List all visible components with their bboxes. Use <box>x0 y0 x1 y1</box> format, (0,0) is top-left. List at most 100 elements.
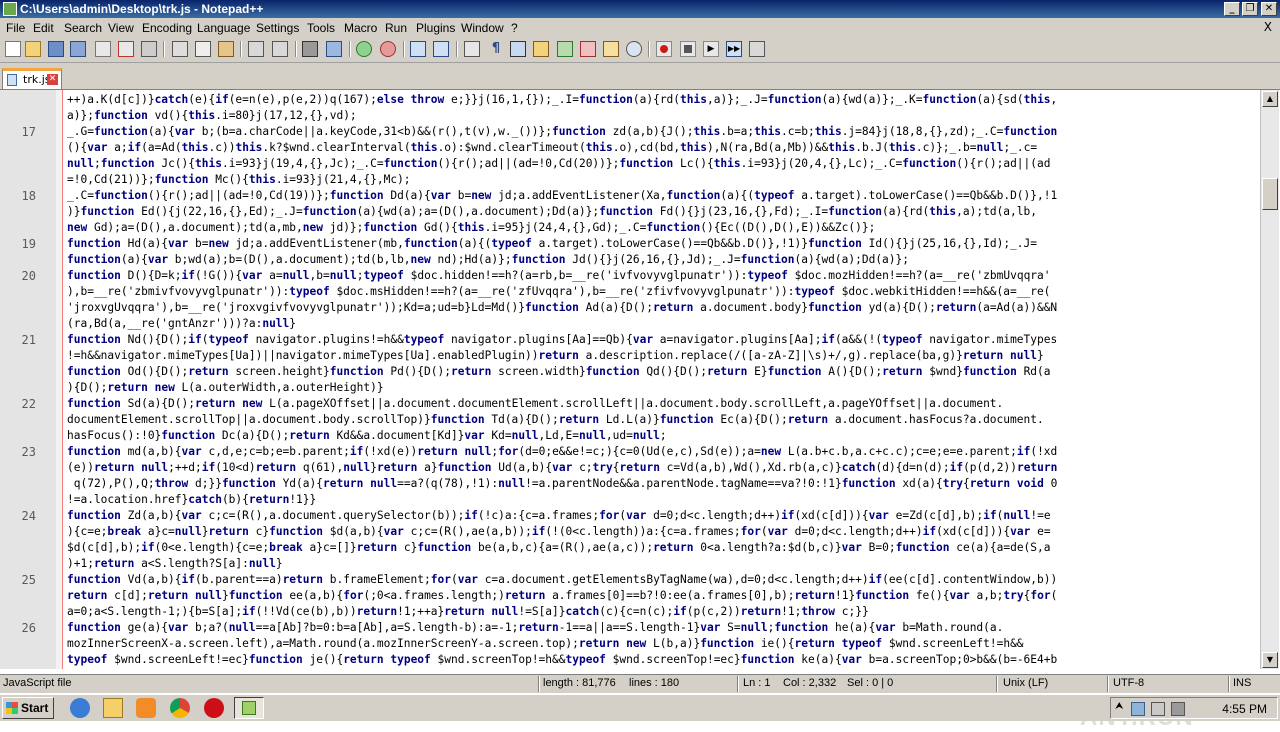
code-line[interactable]: (ra,Bd(a,__re('gntAnzr')))?a:null} <box>0 316 1260 332</box>
code-line[interactable]: 26 function ge(a){var b;a?(null==a[Ab]?b=… <box>0 620 1260 636</box>
menu-plugins[interactable]: Plugins <box>416 21 455 35</box>
code-line[interactable]: 17 _.G=function(a){var b;(b=a.charCode||a… <box>0 124 1260 140</box>
zoom-out-icon[interactable] <box>380 41 396 57</box>
code-line[interactable]: documentElement.scrollTop||a.document.bo… <box>0 412 1260 428</box>
media-player-icon[interactable] <box>136 698 156 718</box>
indent-guide-icon[interactable] <box>510 41 526 57</box>
code-line[interactable]: ){c=e;break a}c=null}return c}function $… <box>0 524 1260 540</box>
play-macro-icon[interactable]: ▶ <box>703 41 719 57</box>
code-line[interactable]: mozInnerScreenX-a.screen.left),a=Math.ro… <box>0 636 1260 652</box>
redo-icon[interactable] <box>272 41 288 57</box>
code-line[interactable]: 18 _.C=function(){r();ad||(ad=!0,Cd(19))}… <box>0 188 1260 204</box>
menu-search[interactable]: Search <box>64 21 102 35</box>
menu-view[interactable]: View <box>108 21 134 35</box>
menu-macro[interactable]: Macro <box>344 21 377 35</box>
code-line[interactable]: !=a.location.href}catch(b){return!1}} <box>0 492 1260 508</box>
tab-close-icon[interactable]: ✕ <box>47 74 58 85</box>
close-icon[interactable] <box>95 41 111 57</box>
sync-v-icon[interactable] <box>410 41 426 57</box>
paste-icon[interactable] <box>218 41 234 57</box>
replace-icon[interactable] <box>326 41 342 57</box>
code-line[interactable]: ){D();return new L(a.outerWidth,a.outerH… <box>0 380 1260 396</box>
code-line[interactable]: 'jroxvgUvqqra'),b=__re('jroxvgivfvovyvgl… <box>0 300 1260 316</box>
code-line[interactable]: q(72),P(),Q;throw d;}}function Yd(a){ret… <box>0 476 1260 492</box>
code-line[interactable]: 25 function Vd(a,b){if(b.parent==a)return… <box>0 572 1260 588</box>
close-document-button[interactable]: X <box>1264 20 1272 34</box>
monitor-icon[interactable] <box>626 41 642 57</box>
explorer-icon[interactable] <box>103 698 123 718</box>
flag-icon[interactable] <box>1151 702 1165 716</box>
save-icon[interactable] <box>48 41 64 57</box>
volume-icon[interactable] <box>1171 702 1185 716</box>
code-line[interactable]: 22 function Sd(a){D();return new L(a.page… <box>0 396 1260 412</box>
menu-file[interactable]: File <box>6 21 25 35</box>
ie-icon[interactable] <box>70 698 90 718</box>
code-line[interactable]: =!0,Cd(21))};function Mc(){this.i=93}j(2… <box>0 172 1260 188</box>
network-icon[interactable] <box>1131 702 1145 716</box>
code-line[interactable]: 20 function D(){D=k;if(!G()){var a=null,b… <box>0 268 1260 284</box>
opera-icon[interactable] <box>204 698 224 718</box>
run-macro-multiple-icon[interactable]: ▶▶ <box>726 41 742 57</box>
udl-icon[interactable] <box>533 41 549 57</box>
save-all-icon[interactable] <box>70 41 86 57</box>
scroll-up-button[interactable]: ▲ <box>1262 91 1278 107</box>
editor[interactable]: ++)a.K(d[c])}catch(e){if(e=n(e),p(e,2))q… <box>0 89 1280 731</box>
close-all-icon[interactable] <box>118 41 134 57</box>
code-line[interactable]: 23 function md(a,b){var c,d,e;c=b;e=b.par… <box>0 444 1260 460</box>
doc-map-icon[interactable] <box>557 41 573 57</box>
restore-button[interactable]: ❐ <box>1242 2 1258 16</box>
copy-icon[interactable] <box>195 41 211 57</box>
tab-trk-js[interactable]: trk.js ✕ <box>2 68 62 89</box>
code-line[interactable]: function Od(){D();return screen.height}f… <box>0 364 1260 380</box>
code-line[interactable]: 19 function Hd(a){var b=new jd;a.addEvent… <box>0 236 1260 252</box>
menu-encoding[interactable]: Encoding <box>142 21 192 35</box>
menu-help[interactable]: ? <box>511 21 518 35</box>
vertical-scrollbar[interactable]: ▲ ▼ <box>1260 90 1279 669</box>
code-line[interactable]: (e))return null;++d;if(10<d)return q(61)… <box>0 460 1260 476</box>
minimize-button[interactable]: _ <box>1224 2 1240 16</box>
print-icon[interactable] <box>141 41 157 57</box>
code-line[interactable]: ++)a.K(d[c])}catch(e){if(e=n(e),p(e,2))q… <box>0 92 1260 108</box>
menu-settings[interactable]: Settings <box>256 21 299 35</box>
code-line[interactable]: function(a){var b;wd(a);b=(D(),a.documen… <box>0 252 1260 268</box>
notepadpp-task-button[interactable] <box>234 697 264 719</box>
start-button[interactable]: Start <box>2 697 54 719</box>
code-line[interactable]: hasFocus():!0}function Dc(a){D();return … <box>0 428 1260 444</box>
clock[interactable]: 4:55 PM <box>1222 702 1267 716</box>
folder-workspace-icon[interactable] <box>603 41 619 57</box>
code-line[interactable]: typeof $wnd.screenLeft!=ec}function je()… <box>0 652 1260 668</box>
function-list-icon[interactable] <box>580 41 596 57</box>
code-line[interactable]: 21 function Nd(){D();if(typeof navigator.… <box>0 332 1260 348</box>
menu-run[interactable]: Run <box>385 21 407 35</box>
menu-window[interactable]: Window <box>461 21 504 35</box>
scroll-thumb[interactable] <box>1262 178 1278 210</box>
undo-icon[interactable] <box>248 41 264 57</box>
code-line[interactable]: $d(c[d],b);if(0<e.length){c=e;break a}c=… <box>0 540 1260 556</box>
code-line[interactable]: a=0;a<S.length-1;){b=S[a];if(!!Vd(ce(b),… <box>0 604 1260 620</box>
code-line[interactable]: a)};function vd(){this.i=80}j(17,12,{},v… <box>0 108 1260 124</box>
code-line[interactable]: (){var a;if(a=Ad(this.c))this.k?$wnd.cle… <box>0 140 1260 156</box>
menu-language[interactable]: Language <box>197 21 250 35</box>
new-file-icon[interactable] <box>5 41 21 57</box>
code-line[interactable]: !=h&&navigator.mimeTypes[Ua])||navigator… <box>0 348 1260 364</box>
show-all-chars-icon[interactable]: ¶ <box>488 41 504 57</box>
open-file-icon[interactable] <box>25 41 41 57</box>
code-line[interactable]: new Gd);a=(D(),a.document);td(a,mb,new j… <box>0 220 1260 236</box>
stop-record-icon[interactable] <box>680 41 696 57</box>
zoom-in-icon[interactable] <box>356 41 372 57</box>
code-line[interactable]: null;function Jc(){this.i=93}j(19,4,{},J… <box>0 156 1260 172</box>
chrome-icon[interactable] <box>170 698 190 718</box>
tray-expand-icon[interactable]: ⮝ <box>1115 701 1124 712</box>
cut-icon[interactable] <box>172 41 188 57</box>
scroll-down-button[interactable]: ▼ <box>1262 652 1278 668</box>
record-macro-icon[interactable] <box>656 41 672 57</box>
word-wrap-icon[interactable] <box>464 41 480 57</box>
save-macro-icon[interactable] <box>749 41 765 57</box>
close-window-button[interactable]: ✕ <box>1261 2 1277 16</box>
menu-tools[interactable]: Tools <box>307 21 335 35</box>
menu-edit[interactable]: Edit <box>33 21 54 35</box>
code-line[interactable]: return c[d];return null}function ee(a,b)… <box>0 588 1260 604</box>
code-line[interactable]: )}function Ed(){j(22,16,{},Ed);_.J=funct… <box>0 204 1260 220</box>
sync-h-icon[interactable] <box>433 41 449 57</box>
code-line[interactable]: ),b=__re('zbmivfvovyvglpunatr')):typeof … <box>0 284 1260 300</box>
